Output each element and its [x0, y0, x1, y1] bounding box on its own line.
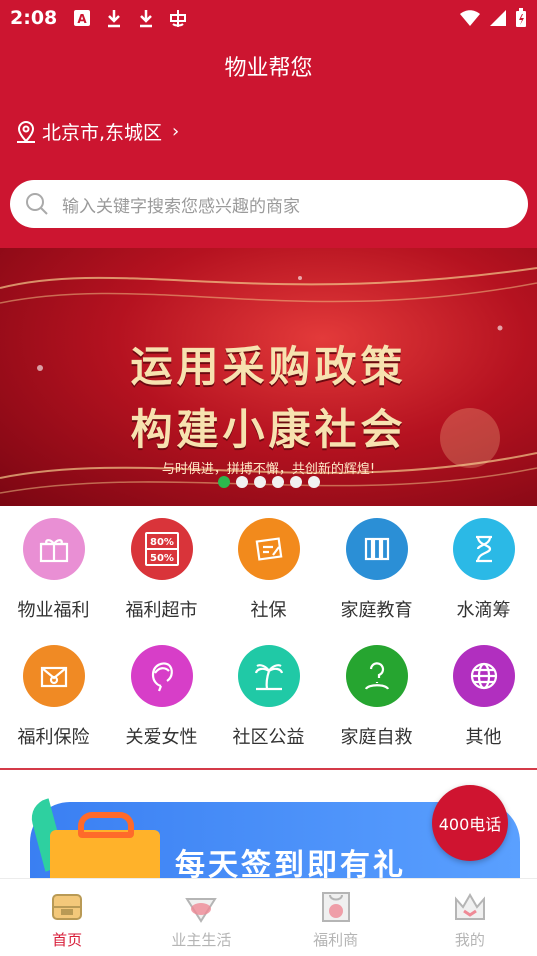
svg-text:A: A: [78, 12, 88, 26]
keyboard-notification-icon: A: [71, 7, 93, 29]
gift-box-icon: [22, 518, 85, 580]
category-label: 家庭教育: [340, 600, 413, 621]
bottom-tab-bar: 首页 业主生活 福利商 我的: [0, 878, 537, 956]
page-title: 物业帮您: [224, 56, 313, 81]
discount-tag-icon: 80% 50%: [130, 518, 193, 580]
document-pen-icon: [237, 518, 300, 580]
status-bar: 2:08 A: [0, 0, 537, 36]
tab-label: 业主生活: [171, 931, 232, 949]
category-label: 其他: [465, 727, 502, 748]
location-pin-icon: [17, 120, 35, 143]
status-time: 2:08: [10, 7, 58, 29]
location-selector[interactable]: 北京市,东城区 ›: [14, 118, 179, 145]
signal-icon: [490, 10, 506, 26]
category-item[interactable]: 福利保险: [0, 633, 107, 761]
palm-tree-icon: [237, 645, 300, 707]
category-label: 福利超市: [125, 600, 198, 621]
carousel-indicator[interactable]: [218, 476, 320, 488]
crown-icon: [452, 889, 488, 925]
category-item[interactable]: 其他: [430, 633, 537, 761]
hourglass-icon: [452, 518, 515, 580]
promo-banner[interactable]: 运用采购政策 构建小康社会 与时俱进，拼搏不懈，共创新的辉煌!: [0, 248, 537, 506]
category-item[interactable]: 社保: [215, 506, 322, 634]
tab-label: 首页: [52, 931, 83, 949]
category-label: 水滴筹: [456, 600, 511, 621]
carousel-dot[interactable]: [236, 476, 248, 488]
diamond-icon: [183, 889, 219, 925]
tab-label: 福利商: [313, 931, 359, 949]
category-item[interactable]: 社区公益: [215, 633, 322, 761]
woman-profile-icon: [130, 645, 193, 707]
search-bar[interactable]: 输入关键字搜索您感兴趣的商家: [10, 180, 528, 228]
category-label: 家庭自救: [340, 727, 413, 748]
app-notification-icon: [167, 7, 189, 29]
discount-50-label: 50%: [150, 553, 174, 564]
books-icon: [345, 518, 408, 580]
carousel-dot[interactable]: [254, 476, 266, 488]
promo-text: 每天签到即有礼: [175, 848, 406, 880]
search-placeholder: 输入关键字搜索您感兴趣的商家: [62, 196, 300, 217]
shopping-bag-icon: [318, 889, 354, 925]
battery-icon: [516, 8, 526, 27]
carousel-dot[interactable]: [272, 476, 284, 488]
location-text: 北京市,东城区: [42, 122, 163, 144]
category-label: 社区公益: [232, 727, 305, 748]
category-label: 关爱女性: [125, 727, 198, 748]
download-icon: [103, 7, 125, 29]
carousel-dot[interactable]: [308, 476, 320, 488]
globe-icon: [452, 645, 515, 707]
discount-80-label: 80%: [150, 537, 174, 548]
tab-label: 我的: [454, 931, 485, 949]
chevron-right-icon: ›: [172, 121, 180, 142]
category-item[interactable]: 关爱女性: [108, 633, 215, 761]
tab-item[interactable]: 福利商: [269, 879, 403, 956]
search-icon: [26, 193, 48, 215]
category-label: 社保: [250, 600, 287, 621]
help-person-icon: [345, 645, 408, 707]
banner-headline-1: 运用采购政策: [130, 342, 407, 391]
category-item[interactable]: 水滴筹: [430, 506, 537, 634]
category-item[interactable]: 家庭教育: [323, 506, 430, 634]
home-icon: [49, 889, 85, 925]
banner-subtitle: 与时俱进，拼搏不懈，共创新的辉煌!: [161, 462, 376, 477]
gift-bow-icon: [78, 812, 134, 838]
call-400-button[interactable]: 400电话: [432, 785, 508, 861]
download-icon: [135, 7, 157, 29]
tab-item[interactable]: 我的: [403, 879, 537, 956]
category-item[interactable]: 80% 50% 福利超市: [108, 506, 215, 634]
category-label: 物业福利: [17, 600, 90, 621]
wifi-icon: [460, 10, 480, 26]
banner-headline-2: 构建小康社会: [130, 405, 407, 454]
category-item[interactable]: 家庭自救: [323, 633, 430, 761]
status-right: [459, 8, 527, 28]
category-item[interactable]: 物业福利: [0, 506, 107, 634]
carousel-dot[interactable]: [290, 476, 302, 488]
carousel-dot[interactable]: [218, 476, 230, 488]
tab-item[interactable]: 业主生活: [134, 879, 268, 956]
email-icon: [22, 645, 85, 707]
category-label: 福利保险: [17, 727, 90, 748]
tab-item[interactable]: 首页: [0, 879, 134, 956]
category-grid: 物业福利 80% 50% 福利超市 社保 家庭教育 水滴筹 福利保险 关爱女性 社区公益 家庭自救其…: [0, 506, 537, 768]
header: 2:08 A 物业帮您 北京市,东城区 › 输入关键字搜索您感兴趣的商家: [0, 0, 537, 248]
